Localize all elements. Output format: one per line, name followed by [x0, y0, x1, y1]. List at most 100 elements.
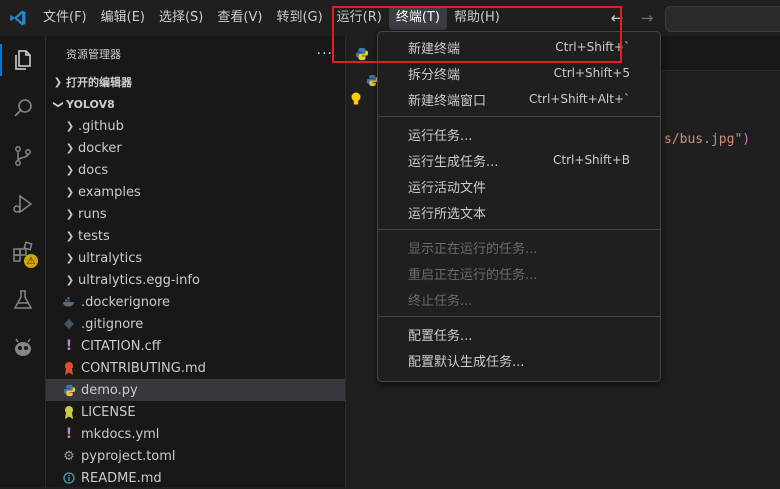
terminal-menu-item[interactable]: 新建终端窗口 Ctrl+Shift+Alt+` [378, 86, 660, 112]
chevron-right-icon: ❯ [65, 274, 75, 286]
open-editors-label: 打开的编辑器 [66, 76, 132, 89]
chevron-down-icon: ❯ [52, 99, 64, 109]
menu-item-label: 运行活动文件 [408, 180, 487, 196]
python-file-icon [60, 384, 78, 397]
license-icon [60, 405, 78, 419]
menu-separator [378, 316, 660, 317]
lightbulb-icon[interactable] [350, 92, 362, 110]
tree-item-label: docker [78, 140, 122, 156]
tree-item[interactable]: LICENSE [46, 401, 345, 423]
terminal-menu-item[interactable]: 运行所选文本 [378, 199, 660, 225]
tree-item[interactable]: .gitignore [46, 313, 345, 335]
tree-item[interactable]: ⚙ pyproject.toml [46, 445, 345, 467]
menu-item-4[interactable]: 转到(G) [269, 6, 329, 30]
menu-item-shortcut: Ctrl+Shift+` [555, 40, 630, 54]
tree-item[interactable]: README.md [46, 467, 345, 489]
tree-item-label: .github [78, 118, 124, 134]
terminal-menu-dropdown: 新建终端 Ctrl+Shift+` 拆分终端 Ctrl+Shift+5 新建终端窗口 Ct… [377, 31, 661, 382]
project-section[interactable]: ❯ YOLOV8 [46, 93, 345, 115]
menu-item-label: 新建终端窗口 [408, 93, 487, 109]
explorer-icon[interactable] [0, 36, 46, 84]
explorer-title: 资源管理器 [66, 47, 121, 61]
chevron-right-icon: ❯ [65, 164, 75, 176]
menu-item-3[interactable]: 查看(V) [210, 6, 269, 30]
menu-item-6[interactable]: 终端(T) [388, 6, 447, 30]
open-editors-section[interactable]: ❯ 打开的编辑器 [46, 71, 345, 93]
chevron-right-icon: ❯ [53, 76, 63, 88]
terminal-menu-item[interactable]: 配置默认生成任务... [378, 347, 660, 373]
exclamation-icon: ! [65, 426, 73, 442]
forward-arrow-icon[interactable]: → [636, 8, 658, 28]
source-control-icon[interactable] [0, 132, 46, 180]
tree-item[interactable]: ❯ docker [46, 137, 345, 159]
menu-item-1[interactable]: 编辑(E) [94, 6, 152, 30]
chevron-right-icon: ❯ [65, 208, 75, 220]
command-center-search[interactable] [665, 6, 780, 32]
tree-item-label: ultralytics [78, 250, 143, 266]
menu-item-5[interactable]: 运行(R) [330, 6, 389, 30]
more-actions-icon[interactable]: ··· [317, 46, 333, 62]
menu-item-label: 运行生成任务... [408, 154, 499, 170]
tree-item[interactable]: CONTRIBUTING.md [46, 357, 345, 379]
terminal-menu-item[interactable]: 运行活动文件 [378, 173, 660, 199]
navigation-arrows: ← → [606, 8, 658, 28]
tree-item-label: .dockerignore [81, 294, 171, 310]
chevron-right-icon: ❯ [65, 230, 75, 242]
tree-item[interactable]: ❯ tests [46, 225, 345, 247]
tree-item[interactable]: ! mkdocs.yml [46, 423, 345, 445]
tree-item[interactable]: ❯ docs [46, 159, 345, 181]
tree-item-label: README.md [81, 470, 162, 486]
terminal-menu-item[interactable]: 拆分终端 Ctrl+Shift+5 [378, 60, 660, 86]
tree-item[interactable]: ❯ ultralytics [46, 247, 345, 269]
menu-item-shortcut: Ctrl+Shift+B [553, 153, 630, 167]
terminal-menu-item[interactable]: 配置任务... [378, 321, 660, 347]
tree-item[interactable]: ❯ ultralytics.egg-info [46, 269, 345, 291]
terminal-menu-item: 终止任务... [378, 286, 660, 312]
chevron-right-icon: ❯ [65, 186, 75, 198]
testing-flask-icon[interactable] [0, 276, 46, 324]
gear-icon: ⚙ [63, 448, 75, 464]
alien-extension-icon[interactable] [0, 324, 46, 372]
extensions-icon[interactable]: ⚠ [0, 228, 46, 276]
terminal-menu-item[interactable]: 运行生成任务... Ctrl+Shift+B [378, 147, 660, 173]
run-debug-icon[interactable] [0, 180, 46, 228]
menu-separator [378, 116, 660, 117]
tree-item[interactable]: ! CITATION.cff [46, 335, 345, 357]
project-label: YOLOV8 [66, 97, 115, 111]
explorer-header: 资源管理器 ··· [46, 36, 345, 71]
terminal-menu-item[interactable]: 运行任务... [378, 121, 660, 147]
vscode-logo-icon [0, 0, 36, 36]
back-arrow-icon[interactable]: ← [606, 8, 628, 28]
code-line[interactable]: s/bus.jpg") [664, 132, 750, 147]
tree-item-label: LICENSE [81, 404, 136, 420]
tree-item[interactable]: ❯ examples [46, 181, 345, 203]
tree-item[interactable]: .dockerignore [46, 291, 345, 313]
tree-item-label: demo.py [81, 382, 138, 398]
terminal-menu-item[interactable]: 新建终端 Ctrl+Shift+` [378, 34, 660, 60]
menu-item-0[interactable]: 文件(F) [36, 6, 94, 30]
python-tab-icon[interactable] [346, 36, 378, 71]
chevron-right-icon: ❯ [65, 120, 75, 132]
menu-item-2[interactable]: 选择(S) [152, 6, 210, 30]
ribbon-icon [60, 361, 78, 375]
tree-item-label: runs [78, 206, 107, 222]
menu-item-label: 新建终端 [408, 41, 461, 57]
menu-item-shortcut: Ctrl+Shift+5 [553, 66, 630, 80]
docker-icon [60, 297, 78, 307]
info-icon [60, 472, 78, 484]
menu-item-label: 终止任务... [408, 293, 473, 309]
menu-item-shortcut: Ctrl+Shift+Alt+` [528, 92, 630, 106]
tree-item[interactable]: demo.py [46, 379, 345, 401]
tree-item-label: ultralytics.egg-info [78, 272, 200, 288]
tree-item-label: mkdocs.yml [81, 426, 160, 442]
explorer-sidebar: 资源管理器 ··· ❯ 打开的编辑器 ❯ YOLOV8 ❯ .github ❯ doc… [46, 36, 346, 487]
tree-item-label: examples [78, 184, 141, 200]
search-icon[interactable] [0, 84, 46, 132]
activity-bar: ⚠ [0, 36, 46, 487]
tree-item[interactable]: ❯ .github [46, 115, 345, 137]
file-tree: ❯ .github ❯ docker ❯ docs ❯ examples ❯ runs ❯ tests… [46, 115, 345, 489]
menu-item-7[interactable]: 帮助(H) [447, 6, 507, 30]
tree-item-label: pyproject.toml [81, 448, 176, 464]
tree-item-label: docs [78, 162, 109, 178]
tree-item[interactable]: ❯ runs [46, 203, 345, 225]
